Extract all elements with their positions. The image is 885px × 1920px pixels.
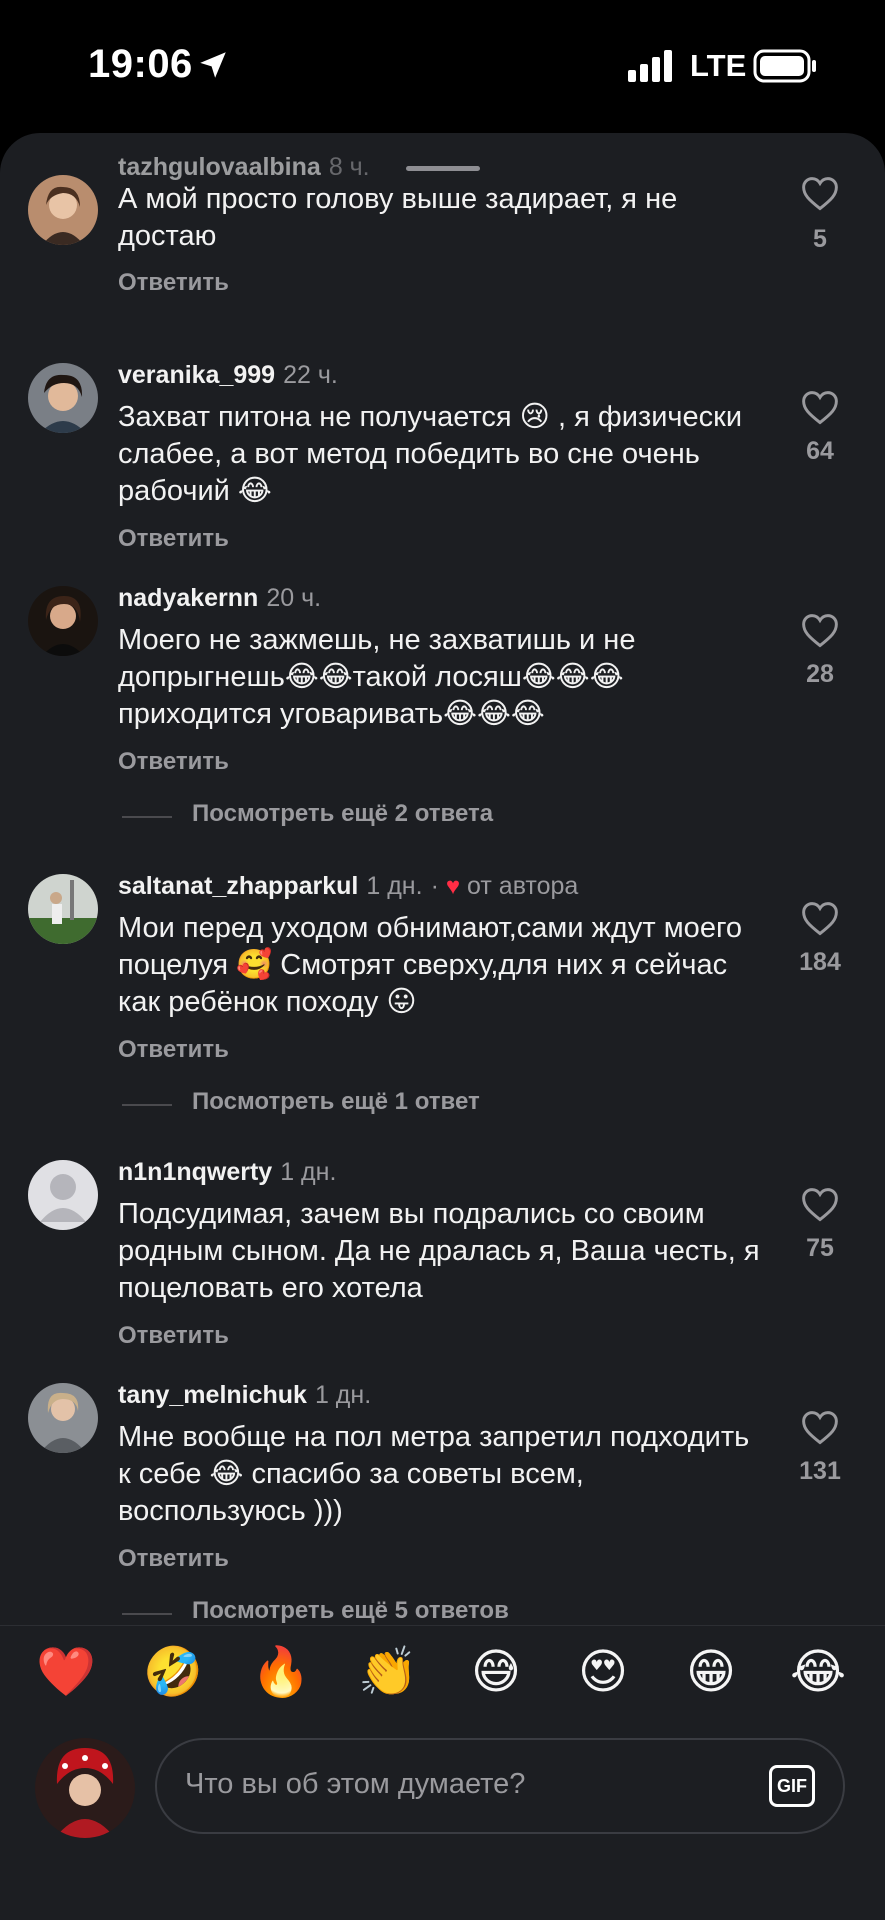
comment-text: Мои перед уходом обнимают,сами ждут моег… <box>118 912 743 1018</box>
comment-text: А мой просто голову выше задирает, я не … <box>118 183 678 252</box>
heart-outline-icon[interactable] <box>800 1186 840 1222</box>
avatar[interactable] <box>28 175 98 245</box>
comments-sheet: tazhgulovaalbina 8 ч. А мой просто голову… <box>0 133 885 1920</box>
comment-header: saltanat_zhapparkul 1 дн. · ♥ от автора <box>118 872 578 901</box>
reaction-clap[interactable]: 👏 <box>358 1643 418 1703</box>
comment-header: tany_melnichuk 1 дн. <box>118 1381 371 1410</box>
comment-header: veranika_999 22 ч. <box>118 361 338 390</box>
reaction-heart-eyes[interactable]: 😍 <box>573 1643 633 1703</box>
comment-time: 1 дн. <box>366 872 423 900</box>
author-heart-icon: ♥ <box>445 873 461 900</box>
heart-outline-icon[interactable] <box>800 1409 840 1445</box>
avatar[interactable] <box>28 874 98 944</box>
comment-header: n1n1nqwerty 1 дн. <box>118 1158 336 1187</box>
reaction-joy[interactable]: 😂 <box>788 1643 848 1703</box>
reaction-sweat-smile[interactable]: 😅 <box>466 1643 526 1703</box>
comment-time: 22 ч. <box>283 361 338 389</box>
view-more-replies-label: Посмотреть ещё 5 ответов <box>192 1597 509 1624</box>
reply-button[interactable]: Ответить <box>118 269 229 297</box>
location-arrow-icon <box>200 52 226 78</box>
comment-text: Моего не зажмешь, не захватишь и не допр… <box>118 624 636 730</box>
comment-header: nadyakernn 20 ч. <box>118 584 321 613</box>
view-more-replies[interactable]: Посмотреть ещё 5 ответов <box>0 1593 885 1625</box>
quick-reactions-bar: ❤️ 🤣 🔥 👏 😅 😍 😁 😂 <box>0 1643 885 1713</box>
separator-dot: · <box>430 872 439 900</box>
like-count: 184 <box>799 948 841 976</box>
comment-input-row: Что вы об этом думаете? GIF <box>0 1733 885 1843</box>
view-more-replies-label: Посмотреть ещё 2 ответа <box>192 800 494 827</box>
heart-outline-icon[interactable] <box>800 900 840 936</box>
like-count: 5 <box>813 225 827 253</box>
avatar[interactable] <box>28 586 98 656</box>
reply-button[interactable]: Ответить <box>118 748 229 776</box>
comment-time: 1 дн. <box>280 1158 337 1186</box>
reaction-fire[interactable]: 🔥 <box>251 1643 311 1703</box>
replies-line <box>122 1104 172 1106</box>
reply-button[interactable]: Ответить <box>118 525 229 553</box>
comment-username[interactable]: saltanat_zhapparkul <box>118 872 358 900</box>
replies-line <box>122 1613 172 1615</box>
view-more-replies-label: Посмотреть ещё 1 ответ <box>192 1088 480 1115</box>
replies-line <box>122 816 172 818</box>
reactions-divider <box>0 1625 885 1626</box>
heart-outline-icon[interactable] <box>800 175 840 211</box>
comment-time: 1 дн. <box>314 1381 372 1409</box>
comment-username[interactable]: tazhgulovaalbina <box>118 153 321 181</box>
reaction-heart[interactable]: ❤️ <box>36 1643 96 1703</box>
reply-button[interactable]: Ответить <box>118 1322 229 1350</box>
gif-button[interactable]: GIF <box>769 1765 815 1807</box>
comment-header: tazhgulovaalbina 8 ч. <box>118 153 370 182</box>
comments-list[interactable]: tazhgulovaalbina 8 ч. А мой просто голову… <box>0 133 885 1625</box>
status-time: 19:06 <box>88 42 193 86</box>
status-bar: 19:06 LTE <box>0 0 885 130</box>
like-count: 75 <box>806 1234 834 1262</box>
view-more-replies[interactable]: Посмотреть ещё 1 ответ <box>0 1084 885 1124</box>
reply-button[interactable]: Ответить <box>118 1545 229 1573</box>
comment-input[interactable]: Что вы об этом думаете? GIF <box>155 1738 845 1834</box>
avatar[interactable] <box>28 363 98 433</box>
like-count: 64 <box>806 437 834 465</box>
like-count: 28 <box>806 660 834 688</box>
avatar[interactable] <box>28 1160 98 1230</box>
comment-username[interactable]: veranika_999 <box>118 361 275 389</box>
heart-outline-icon[interactable] <box>800 612 840 648</box>
comment-input-placeholder: Что вы об этом думаете? <box>185 1768 526 1800</box>
comment-username[interactable]: tany_melnichuk <box>118 1381 307 1409</box>
comment-username[interactable]: n1n1nqwerty <box>118 1158 272 1186</box>
comment-text: Мне вообще на пол метра запретил подходи… <box>118 1421 750 1527</box>
network-type: LTE <box>690 48 747 83</box>
reaction-rofl[interactable]: 🤣 <box>143 1643 203 1703</box>
author-like-label: от автора <box>467 872 579 900</box>
comment-username[interactable]: nadyakernn <box>118 584 258 612</box>
cellular-signal-icon <box>628 50 672 82</box>
comment-text: Подсудимая, зачем вы подрались со своим … <box>118 1198 760 1304</box>
heart-outline-icon[interactable] <box>800 389 840 425</box>
view-more-replies[interactable]: Посмотреть ещё 2 ответа <box>0 796 885 836</box>
comment-time: 20 ч. <box>266 584 322 612</box>
reaction-grin[interactable]: 😁 <box>681 1643 741 1703</box>
like-count: 131 <box>799 1457 841 1485</box>
comment-text: Захват питона не получается 😢 , я физиче… <box>118 401 743 507</box>
battery-icon <box>753 49 816 83</box>
current-user-avatar[interactable] <box>35 1738 135 1838</box>
reply-button[interactable]: Ответить <box>118 1036 229 1064</box>
comment-time: 8 ч. <box>328 153 370 181</box>
avatar[interactable] <box>28 1383 98 1453</box>
